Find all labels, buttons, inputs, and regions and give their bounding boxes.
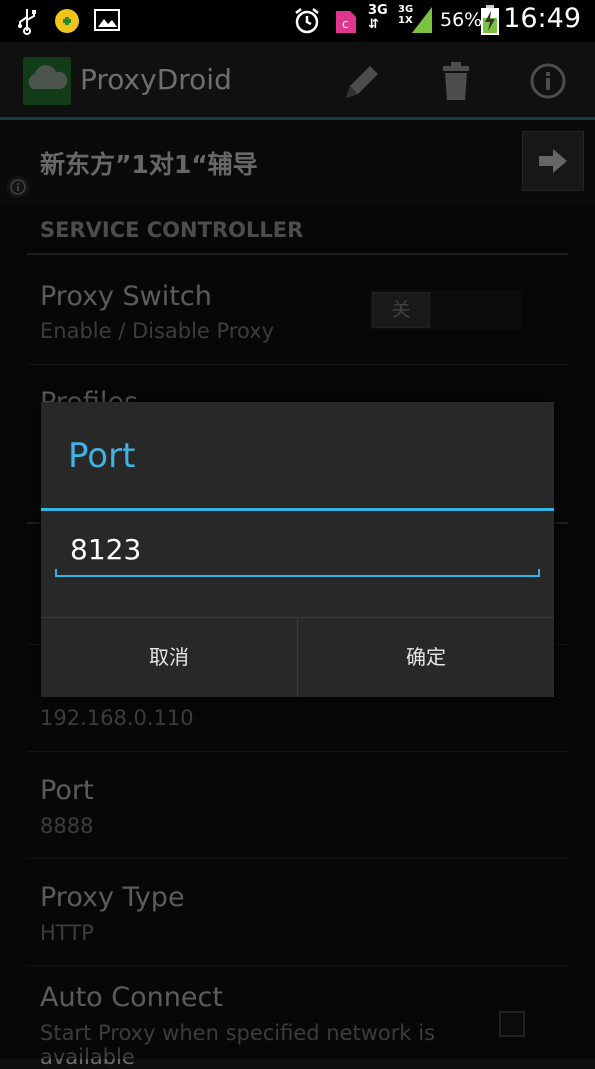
usb-icon <box>18 9 36 35</box>
dialog-title-divider <box>41 508 554 511</box>
dialog-title: Port <box>68 436 136 476</box>
alarm-icon <box>295 8 319 34</box>
app-notification-icon <box>55 9 79 33</box>
sim-c-icon: c <box>336 11 356 33</box>
network-type-label: 3G ⇵ <box>368 3 388 32</box>
ok-button[interactable]: 确定 <box>298 618 554 697</box>
status-bar: c 3G ⇵ 3G 1X 56% 16:49 <box>0 0 595 42</box>
clock: 16:49 <box>503 3 581 34</box>
battery-percent: 56% <box>440 9 483 31</box>
port-input-underline <box>55 575 540 577</box>
signal-icon <box>412 7 432 33</box>
battery-charging-icon <box>481 5 499 35</box>
port-input[interactable]: 8123 <box>70 533 141 566</box>
port-input-underline-tick <box>55 569 57 577</box>
cancel-button[interactable]: 取消 <box>41 618 297 697</box>
svg-text:c: c <box>342 17 349 31</box>
image-icon <box>94 9 120 31</box>
port-input-underline-tick <box>538 569 540 577</box>
